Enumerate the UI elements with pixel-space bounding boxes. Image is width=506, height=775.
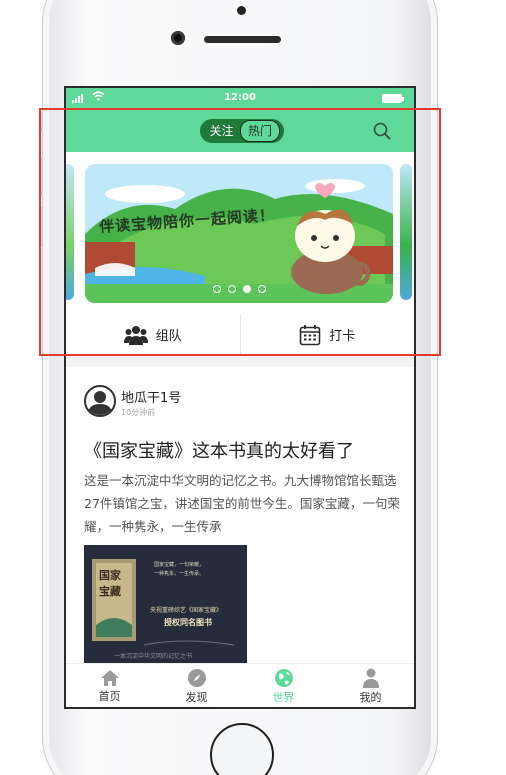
team-button[interactable]: 组队 (66, 312, 240, 357)
mute-switch (39, 111, 43, 133)
post-body: 这是一本沉淀中华文明的记忆之书。九大博物馆馆长甄选27件镇馆之宝，讲述国宝的前世… (84, 473, 400, 534)
tab-discover-label: 发现 (185, 691, 208, 704)
feed-toggle[interactable]: 关注 热门 (200, 119, 284, 143)
home-icon (100, 670, 119, 686)
cover-line-3: 央视重磅综艺《国家宝藏》 (150, 607, 223, 614)
home-button[interactable] (210, 723, 274, 775)
tab-world[interactable]: 世界 (240, 664, 327, 707)
user-avatar-icon (88, 391, 112, 415)
user-icon (362, 668, 379, 688)
banner-next-peek[interactable] (400, 164, 412, 300)
tab-mine-label: 我的 (359, 691, 382, 704)
post-username[interactable]: 地瓜干1号 (121, 387, 181, 406)
checkin-label: 打卡 (329, 329, 356, 344)
globe-icon (274, 669, 293, 687)
status-bar: 12:00 (66, 88, 414, 108)
carousel-dot[interactable] (212, 285, 221, 293)
post-card[interactable]: 地瓜干1号 10分钟前 《国家宝藏》这本书真的太好看了 这是一本沉淀中华文明的记… (66, 367, 414, 667)
top-bar: 关注 热门 (66, 108, 414, 152)
cover-title-1: 国家 (99, 569, 121, 582)
book-cover-image[interactable]: 国家 宝藏 国家宝藏，一句荣耀， 一种隽永，一生传承。 央视重磅综艺《国家宝藏》… (84, 545, 247, 667)
front-camera (171, 31, 185, 45)
team-icon (123, 325, 148, 345)
banner-slide[interactable]: 伴读宝物陪你一起阅读！ (85, 164, 393, 303)
compass-icon (187, 669, 206, 687)
carousel-dot-active[interactable] (242, 285, 251, 293)
team-label: 组队 (155, 329, 182, 344)
status-time: 12:00 (224, 92, 256, 103)
earpiece (204, 36, 281, 43)
tab-hot[interactable]: 热门 (240, 120, 280, 142)
quick-actions: 组队 打卡 (66, 312, 414, 358)
checkin-button[interactable]: 打卡 (241, 312, 415, 357)
tab-world-label: 世界 (272, 691, 295, 704)
bottom-tab-bar: 首页 发现 世界 我的 (66, 663, 414, 707)
carousel-dot[interactable] (257, 285, 266, 293)
volume-down-button (39, 207, 43, 247)
tab-discover[interactable]: 发现 (153, 664, 240, 707)
cover-title-2: 宝藏 (99, 585, 121, 598)
tab-follow[interactable]: 关注 (203, 121, 240, 141)
tab-mine[interactable]: 我的 (327, 664, 414, 707)
banner-carousel[interactable]: 伴读宝物陪你一起阅读！ (66, 152, 414, 312)
cover-line-2: 一种隽永，一生传承。 (154, 571, 205, 577)
battery-icon (382, 94, 404, 103)
carousel-dot[interactable] (227, 285, 236, 293)
carousel-dots (85, 285, 393, 293)
search-icon[interactable] (373, 122, 391, 140)
app-screen: 12:00 关注 热门 伴读宝物陪你一起阅读！ 组队 打卡 地瓜干1号 10分钟… (64, 86, 416, 709)
cover-line-1: 国家宝藏，一句荣耀， (154, 562, 205, 568)
calendar-icon (299, 324, 321, 345)
cover-footer: 一本沉淀中华文明的记忆之书 (114, 653, 193, 660)
section-gap (66, 359, 414, 367)
avatar[interactable] (84, 385, 116, 417)
banner-prev-peek[interactable] (66, 164, 74, 300)
tab-home[interactable]: 首页 (66, 664, 153, 707)
tab-home-label: 首页 (98, 690, 121, 703)
post-time: 10分钟前 (121, 408, 156, 417)
stage: 12:00 关注 热门 伴读宝物陪你一起阅读！ 组队 打卡 地瓜干1号 10分钟… (0, 0, 506, 775)
volume-up-button (39, 157, 43, 197)
sensor-dot (237, 6, 246, 15)
cover-line-4: 授权同名图书 (164, 618, 212, 627)
post-title[interactable]: 《国家宝藏》这本书真的太好看了 (84, 437, 354, 463)
